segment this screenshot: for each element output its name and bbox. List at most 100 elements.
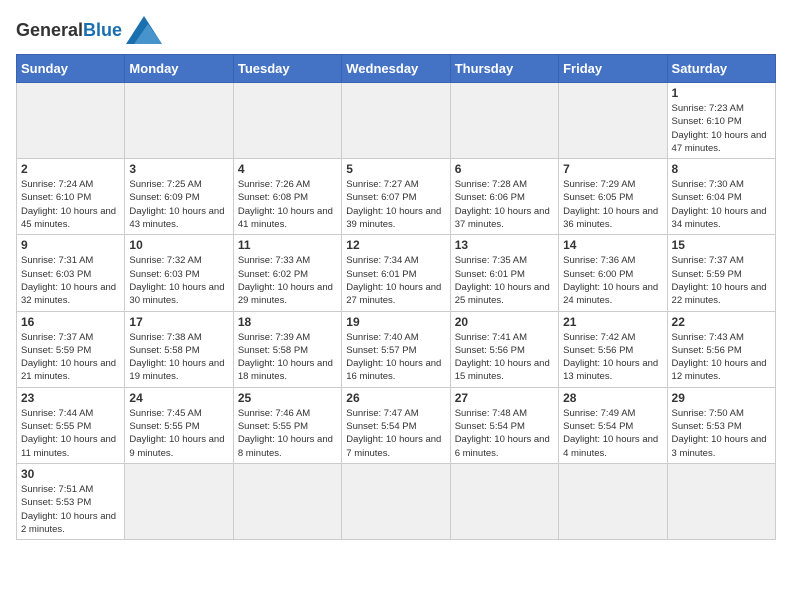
calendar-cell: 13Sunrise: 7:35 AMSunset: 6:01 PMDayligh…	[450, 235, 558, 311]
day-number: 2	[21, 162, 120, 176]
calendar-cell: 5 Sunrise: 7:27 AMSunset: 6:07 PMDaylight…	[342, 159, 450, 235]
calendar-cell: 22 Sunrise: 7:43 AMSunset: 5:56 PMDayligh…	[667, 311, 775, 387]
day-number: 17	[129, 315, 228, 329]
calendar-cell: 23Sunrise: 7:44 AMSunset: 5:55 PMDayligh…	[17, 387, 125, 463]
calendar-cell	[233, 463, 341, 539]
weekday-header-sunday: Sunday	[17, 55, 125, 83]
day-number: 4	[238, 162, 337, 176]
weekday-header-thursday: Thursday	[450, 55, 558, 83]
day-number: 5	[346, 162, 445, 176]
day-number: 22	[672, 315, 771, 329]
calendar-body: 1 Sunrise: 7:23 AMSunset: 6:10 PMDaylight…	[17, 83, 776, 540]
day-info: Sunrise: 7:26 AMSunset: 6:08 PMDaylight:…	[238, 178, 337, 231]
calendar-cell: 14 Sunrise: 7:36 AMSunset: 6:00 PMDayligh…	[559, 235, 667, 311]
calendar-cell: 27 Sunrise: 7:48 AMSunset: 5:54 PMDayligh…	[450, 387, 558, 463]
calendar-cell	[559, 463, 667, 539]
day-number: 3	[129, 162, 228, 176]
day-info: Sunrise: 7:48 AMSunset: 5:54 PMDaylight:…	[455, 407, 554, 460]
day-number: 8	[672, 162, 771, 176]
calendar-cell: 8Sunrise: 7:30 AMSunset: 6:04 PMDaylight…	[667, 159, 775, 235]
day-info: Sunrise: 7:46 AMSunset: 5:55 PMDaylight:…	[238, 407, 337, 460]
day-info: Sunrise: 7:49 AMSunset: 5:54 PMDaylight:…	[563, 407, 662, 460]
day-info: Sunrise: 7:25 AMSunset: 6:09 PMDaylight:…	[129, 178, 228, 231]
weekday-header-saturday: Saturday	[667, 55, 775, 83]
day-number: 26	[346, 391, 445, 405]
weekday-header-tuesday: Tuesday	[233, 55, 341, 83]
day-info: Sunrise: 7:27 AMSunset: 6:07 PMDaylight:…	[346, 178, 445, 231]
day-number: 28	[563, 391, 662, 405]
logo-text-blue: Blue	[83, 21, 122, 39]
calendar-cell	[342, 83, 450, 159]
day-number: 27	[455, 391, 554, 405]
day-number: 9	[21, 238, 120, 252]
logo-icon	[126, 16, 162, 44]
day-info: Sunrise: 7:38 AMSunset: 5:58 PMDaylight:…	[129, 331, 228, 384]
day-info: Sunrise: 7:43 AMSunset: 5:56 PMDaylight:…	[672, 331, 771, 384]
calendar-cell: 16Sunrise: 7:37 AMSunset: 5:59 PMDayligh…	[17, 311, 125, 387]
calendar-cell: 15 Sunrise: 7:37 AMSunset: 5:59 PMDayligh…	[667, 235, 775, 311]
page-header: General Blue	[16, 16, 776, 44]
day-number: 21	[563, 315, 662, 329]
calendar-cell: 29 Sunrise: 7:50 AMSunset: 5:53 PMDayligh…	[667, 387, 775, 463]
day-info: Sunrise: 7:51 AMSunset: 5:53 PMDaylight:…	[21, 483, 120, 536]
calendar-cell: 17 Sunrise: 7:38 AMSunset: 5:58 PMDayligh…	[125, 311, 233, 387]
day-number: 20	[455, 315, 554, 329]
day-number: 18	[238, 315, 337, 329]
day-info: Sunrise: 7:50 AMSunset: 5:53 PMDaylight:…	[672, 407, 771, 460]
day-info: Sunrise: 7:39 AMSunset: 5:58 PMDaylight:…	[238, 331, 337, 384]
calendar-cell: 20 Sunrise: 7:41 AMSunset: 5:56 PMDayligh…	[450, 311, 558, 387]
calendar-cell: 3 Sunrise: 7:25 AMSunset: 6:09 PMDaylight…	[125, 159, 233, 235]
day-number: 14	[563, 238, 662, 252]
calendar-week-row: 30 Sunrise: 7:51 AMSunset: 5:53 PMDayligh…	[17, 463, 776, 539]
day-number: 12	[346, 238, 445, 252]
day-info: Sunrise: 7:34 AMSunset: 6:01 PMDaylight:…	[346, 254, 445, 307]
calendar-cell: 18 Sunrise: 7:39 AMSunset: 5:58 PMDayligh…	[233, 311, 341, 387]
calendar-cell: 10Sunrise: 7:32 AMSunset: 6:03 PMDayligh…	[125, 235, 233, 311]
calendar-cell: 2Sunrise: 7:24 AMSunset: 6:10 PMDaylight…	[17, 159, 125, 235]
day-number: 1	[672, 86, 771, 100]
calendar-cell: 24Sunrise: 7:45 AMSunset: 5:55 PMDayligh…	[125, 387, 233, 463]
weekday-header-friday: Friday	[559, 55, 667, 83]
day-info: Sunrise: 7:45 AMSunset: 5:55 PMDaylight:…	[129, 407, 228, 460]
calendar-cell	[125, 463, 233, 539]
day-info: Sunrise: 7:40 AMSunset: 5:57 PMDaylight:…	[346, 331, 445, 384]
day-number: 6	[455, 162, 554, 176]
day-number: 30	[21, 467, 120, 481]
calendar-cell: 19Sunrise: 7:40 AMSunset: 5:57 PMDayligh…	[342, 311, 450, 387]
day-info: Sunrise: 7:35 AMSunset: 6:01 PMDaylight:…	[455, 254, 554, 307]
weekday-header-wednesday: Wednesday	[342, 55, 450, 83]
logo: General Blue	[16, 16, 162, 44]
calendar-cell: 28 Sunrise: 7:49 AMSunset: 5:54 PMDayligh…	[559, 387, 667, 463]
calendar-cell: 6 Sunrise: 7:28 AMSunset: 6:06 PMDaylight…	[450, 159, 558, 235]
day-number: 15	[672, 238, 771, 252]
calendar-cell	[125, 83, 233, 159]
calendar-cell	[233, 83, 341, 159]
calendar-cell: 9Sunrise: 7:31 AMSunset: 6:03 PMDaylight…	[17, 235, 125, 311]
calendar-cell	[342, 463, 450, 539]
logo-text-general: General	[16, 21, 83, 39]
calendar-cell	[667, 463, 775, 539]
calendar-cell: 1 Sunrise: 7:23 AMSunset: 6:10 PMDaylight…	[667, 83, 775, 159]
day-info: Sunrise: 7:33 AMSunset: 6:02 PMDaylight:…	[238, 254, 337, 307]
calendar-table: SundayMondayTuesdayWednesdayThursdayFrid…	[16, 54, 776, 540]
calendar-week-row: 23Sunrise: 7:44 AMSunset: 5:55 PMDayligh…	[17, 387, 776, 463]
calendar-week-row: 2Sunrise: 7:24 AMSunset: 6:10 PMDaylight…	[17, 159, 776, 235]
calendar-cell	[17, 83, 125, 159]
day-info: Sunrise: 7:37 AMSunset: 5:59 PMDaylight:…	[21, 331, 120, 384]
calendar-cell: 21Sunrise: 7:42 AMSunset: 5:56 PMDayligh…	[559, 311, 667, 387]
day-info: Sunrise: 7:29 AMSunset: 6:05 PMDaylight:…	[563, 178, 662, 231]
calendar-header: SundayMondayTuesdayWednesdayThursdayFrid…	[17, 55, 776, 83]
day-number: 23	[21, 391, 120, 405]
day-info: Sunrise: 7:23 AMSunset: 6:10 PMDaylight:…	[672, 102, 771, 155]
day-info: Sunrise: 7:37 AMSunset: 5:59 PMDaylight:…	[672, 254, 771, 307]
calendar-cell	[450, 463, 558, 539]
day-info: Sunrise: 7:41 AMSunset: 5:56 PMDaylight:…	[455, 331, 554, 384]
day-number: 10	[129, 238, 228, 252]
calendar-cell: 25Sunrise: 7:46 AMSunset: 5:55 PMDayligh…	[233, 387, 341, 463]
calendar-cell: 30 Sunrise: 7:51 AMSunset: 5:53 PMDayligh…	[17, 463, 125, 539]
day-info: Sunrise: 7:28 AMSunset: 6:06 PMDaylight:…	[455, 178, 554, 231]
day-number: 11	[238, 238, 337, 252]
calendar-cell	[559, 83, 667, 159]
day-number: 29	[672, 391, 771, 405]
day-info: Sunrise: 7:36 AMSunset: 6:00 PMDaylight:…	[563, 254, 662, 307]
